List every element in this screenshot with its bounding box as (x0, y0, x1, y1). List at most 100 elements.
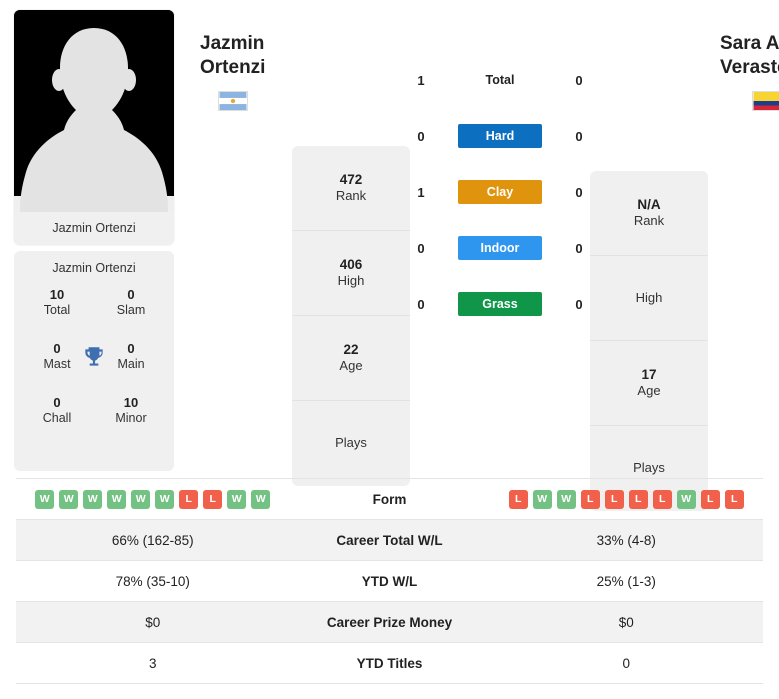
left-stat-card: 472 Rank 406 High 22 Age Plays (292, 146, 410, 486)
h2h-row-hard: 0 Hard 0 (410, 122, 590, 150)
left-form-badges: WWWWWWLLWW (16, 489, 290, 509)
left-ytd-wl: 78% (35-10) (115, 573, 190, 589)
h2h-total-label: Total (485, 73, 515, 87)
table-row-career-total-wl: 66% (162-85) Career Total W/L 33% (4-8) (16, 520, 763, 561)
left-career-prize-money: $0 (145, 614, 161, 630)
form-badge-win: W (532, 489, 552, 509)
head-to-head-column: 1 Total 0 0 Hard 0 1 Clay 0 0 Indoor 0 0 (410, 10, 590, 318)
h2h-hard-left-score: 0 (417, 128, 425, 144)
right-player-last-name[interactable]: Verastegui (720, 56, 779, 80)
label: Age (339, 358, 363, 374)
surface-badge-clay[interactable]: Clay (458, 180, 542, 204)
form-badge-win: W (155, 489, 175, 509)
form-badge-loss: L (700, 489, 720, 509)
row-label-career-prize-money: Career Prize Money (326, 614, 453, 630)
row-label-form: Form (372, 491, 407, 507)
form-badge-loss: L (580, 489, 600, 509)
form-badge-loss: L (203, 489, 223, 509)
right-stat-card-column: N/A Rank High 17 Age Plays (590, 10, 708, 511)
value: 17 (641, 366, 657, 382)
left-flag-wrap (200, 81, 292, 111)
left-form-cell: WWWWWWLLWW (16, 489, 290, 509)
value: 406 (339, 256, 363, 272)
form-badge-loss: L (179, 489, 199, 509)
label: Plays (633, 460, 665, 476)
left-stat-age: 22 Age (292, 316, 410, 401)
h2h-hard-right-score: 0 (575, 128, 583, 144)
top-section: Jazmin Ortenzi Jazmin Ortenzi 10 Total 0… (0, 0, 779, 511)
value: 472 (339, 171, 363, 187)
surface-badge-grass[interactable]: Grass (458, 292, 542, 316)
left-stat-card-column: 472 Rank 406 High 22 Age Plays (292, 10, 410, 486)
comparison-stats-table: WWWWWWLLWW Form LWWLLLLWLL 66% (162-85) … (16, 478, 763, 684)
row-label-career-total-wl: Career Total W/L (336, 532, 443, 548)
form-badge-win: W (107, 489, 127, 509)
right-player-name-block: Sara Alba Verastegui (708, 10, 779, 111)
table-row-ytd-wl: 78% (35-10) YTD W/L 25% (1-3) (16, 561, 763, 602)
h2h-indoor-left-score: 0 (417, 240, 425, 256)
h2h-total-left-score: 1 (417, 72, 425, 88)
form-badge-loss: L (652, 489, 672, 509)
surface-badge-hard[interactable]: Hard (458, 124, 542, 148)
row-label-ytd-titles: YTD Titles (356, 655, 423, 671)
value: 10 (123, 394, 139, 410)
right-ytd-titles: 0 (622, 655, 630, 671)
left-player-titles-card: Jazmin Ortenzi 10 Total 0 Slam 0 Mast 0 … (14, 251, 174, 471)
form-badge-loss: L (724, 489, 744, 509)
trophy-icon (81, 344, 107, 370)
left-player-photo (14, 10, 174, 212)
table-row-career-prize-money: $0 Career Prize Money $0 (16, 602, 763, 643)
label: High (635, 289, 663, 305)
table-row-form: WWWWWWLLWW Form LWWLLLLWLL (16, 479, 763, 520)
form-badge-win: W (83, 489, 103, 509)
h2h-row-clay: 1 Clay 0 (410, 178, 590, 206)
label: Rank (335, 188, 367, 204)
left-player-last-name[interactable]: Ortenzi (200, 56, 292, 80)
value: 0 (53, 394, 61, 410)
form-badge-loss: L (604, 489, 624, 509)
label: High (337, 273, 365, 289)
right-ytd-wl: 25% (1-3) (596, 573, 656, 589)
left-player-photo-card[interactable]: Jazmin Ortenzi (14, 10, 174, 245)
left-titles-slam: 0 Slam (94, 287, 168, 319)
left-career-total-wl: 66% (162-85) (111, 532, 194, 548)
right-flag-wrap (720, 81, 779, 111)
right-player-first-name[interactable]: Sara Alba (720, 32, 779, 56)
h2h-grass-left-score: 0 (417, 296, 425, 312)
right-stat-card: N/A Rank High 17 Age Plays (590, 171, 708, 511)
value: 22 (343, 341, 359, 357)
form-badge-win: W (59, 489, 79, 509)
h2h-row-grass: 0 Grass 0 (410, 290, 590, 318)
h2h-indoor-right-score: 0 (575, 240, 583, 256)
h2h-clay-left-score: 1 (417, 184, 425, 200)
argentina-flag-icon (218, 90, 248, 111)
form-badge-win: W (131, 489, 151, 509)
label: Chall (42, 411, 72, 425)
left-player-column: Jazmin Ortenzi Jazmin Ortenzi 10 Total 0… (14, 10, 174, 471)
left-titles-minor: 10 Minor (94, 395, 168, 427)
left-ytd-titles: 3 (148, 655, 157, 671)
h2h-row-total: 1 Total 0 (410, 66, 590, 94)
form-badge-loss: L (628, 489, 648, 509)
surface-badge-indoor[interactable]: Indoor (458, 236, 542, 260)
table-row-ytd-titles: 3 YTD Titles 0 (16, 643, 763, 684)
right-stat-high: High (590, 256, 708, 341)
right-career-prize-money: $0 (618, 614, 634, 630)
form-badge-loss: L (508, 489, 528, 509)
h2h-comparison-page: Jazmin Ortenzi Jazmin Ortenzi 10 Total 0… (0, 0, 779, 699)
right-stat-age: 17 Age (590, 341, 708, 426)
label: Age (637, 383, 661, 399)
h2h-total-right-score: 0 (575, 72, 583, 88)
right-form-badges: LWWLLLLWLL (490, 489, 764, 509)
form-badge-win: W (676, 489, 696, 509)
left-titles-grid: 10 Total 0 Slam 0 Mast 0 Main 0 Chall 10… (20, 287, 168, 427)
left-player-first-name[interactable]: Jazmin (200, 32, 292, 56)
label: Plays (335, 435, 367, 451)
left-stat-rank: 472 Rank (292, 146, 410, 231)
h2h-grass-right-score: 0 (575, 296, 583, 312)
right-form-cell: LWWLLLLWLL (490, 489, 764, 509)
form-badge-win: W (35, 489, 55, 509)
person-silhouette-icon (14, 10, 174, 212)
value: 10 (49, 287, 65, 302)
h2h-row-indoor: 0 Indoor 0 (410, 234, 590, 262)
